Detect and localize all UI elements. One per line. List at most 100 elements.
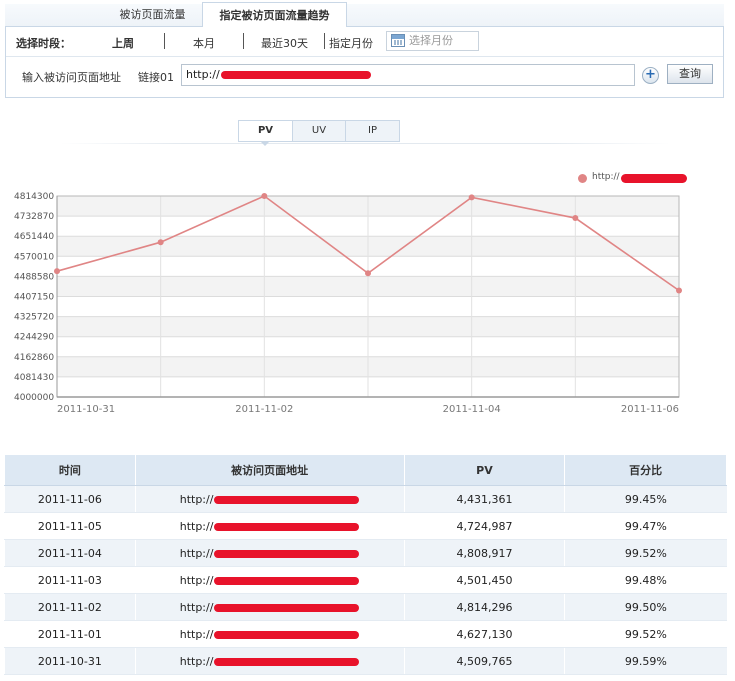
cell-percent: 99.52% [564,620,727,648]
y-tick-label: 4081430 [14,373,54,383]
cell-url: http:// [134,566,405,594]
y-tick-label: 4651440 [14,232,54,242]
redaction-mark [214,576,360,585]
table-row: 2011-11-06 http:// 4,431,361 99.45% [4,485,727,513]
metric-tabs: PV UV IP [238,120,400,142]
cell-pv: 4,501,450 [403,566,565,594]
period-last-30-days[interactable]: 最近30天 [261,35,308,51]
cell-percent: 99.52% [564,539,727,567]
y-tick-label: 4488580 [14,272,54,282]
table-row: 2011-11-01 http:// 4,627,130 99.52% [4,620,727,648]
tab-uv[interactable]: UV [293,121,346,141]
legend-marker [578,174,587,183]
redaction-mark [214,549,360,558]
y-tick-label: 4732870 [14,212,54,222]
x-tick-label: 2011-11-02 [235,404,293,415]
cell-url: http:// [134,620,405,648]
cell-url: http:// [134,512,405,540]
tab-pv[interactable]: PV [239,121,293,141]
table-row: 2011-11-03 http:// 4,501,450 99.48% [4,566,727,594]
redaction-mark [214,603,360,612]
cell-pv: 4,431,361 [403,485,565,513]
data-point [54,268,60,275]
col-header-percent: 百分比 [564,454,727,486]
tab-page-traffic-trend[interactable]: 指定被访页面流量趋势 [202,2,347,28]
divider [60,143,670,144]
separator [243,33,244,49]
cell-percent: 99.59% [564,647,727,675]
cell-url: http:// [134,647,405,675]
period-last-week[interactable]: 上周 [112,35,134,51]
cell-date: 2011-11-04 [4,539,136,567]
y-tick-label: 4244290 [14,333,54,343]
data-point [365,270,371,277]
col-header-pv: PV [403,454,566,486]
table-header-row: 时间 被访问页面地址 PV 百分比 [4,454,727,486]
url-label: 输入被访问页面地址 [22,71,121,84]
table-row: 2011-11-05 http:// 4,724,987 99.47% [4,512,727,540]
tab-page-traffic[interactable]: 被访页面流量 [105,4,200,27]
cell-percent: 99.45% [564,485,727,513]
calendar-icon[interactable] [391,34,405,47]
data-point [261,193,268,200]
redaction-mark [220,71,371,79]
data-point [157,239,164,246]
cell-percent: 99.48% [564,566,727,594]
col-header-url: 被访问页面地址 [134,454,405,486]
y-tick-label: 4000000 [14,393,54,403]
url-input[interactable]: http:// [181,64,635,86]
separator [164,33,165,49]
redaction-mark [214,522,360,531]
pv-trend-chart: 4000000 4081430 4162860 4244290 4325720 44071… [14,192,682,415]
url-text: http:// [179,627,214,641]
period-label: 选择时段： [16,37,71,50]
period-specific-month[interactable]: 指定月份 [329,35,373,51]
x-tick-label: 2011-11-06 [621,404,679,415]
cell-pv: 4,724,987 [403,512,565,540]
url-text: http:// [179,573,214,587]
cell-percent: 99.47% [564,512,727,540]
table-row: 2011-11-02 http:// 4,814,296 99.50% [4,593,727,621]
url-text: http:// [179,492,214,506]
url-text: http:// [179,519,214,533]
data-point [468,194,475,201]
add-link-button[interactable]: + [642,67,659,84]
redaction-mark [621,174,687,183]
cell-date: 2011-11-03 [4,566,136,594]
url-text: http:// [179,546,214,560]
y-tick-label: 4814300 [14,192,54,202]
cell-pv: 4,814,296 [403,593,565,621]
filter-panel: 选择时段： 上周 本月 最近30天 指定月份 选择月份 输入被访问页面地址 链接… [5,27,724,98]
cell-url: http:// [134,593,405,621]
legend-label: http:// [592,172,620,182]
cell-url: http:// [134,539,405,567]
y-tick-label: 4162860 [14,353,54,363]
cell-date: 2011-11-05 [4,512,136,540]
data-point [676,287,682,294]
x-tick-label: 2011-10-31 [57,404,115,415]
cell-percent: 99.50% [564,593,727,621]
cell-date: 2011-10-31 [4,647,136,675]
cell-date: 2011-11-02 [4,593,136,621]
period-this-month[interactable]: 本月 [193,35,215,51]
cell-date: 2011-11-06 [4,485,136,513]
cell-date: 2011-11-01 [4,620,136,648]
link-label: 链接01 [138,71,174,84]
y-tick-label: 4325720 [14,313,54,323]
cell-pv: 4,627,130 [403,620,565,648]
y-tick-label: 4407150 [14,293,54,303]
redaction-mark [214,630,360,639]
query-button[interactable]: 查询 [667,64,713,84]
data-point [572,215,579,222]
redaction-mark [214,495,360,504]
redaction-mark [214,657,360,666]
y-tick-label: 4570010 [14,252,54,262]
active-tab-arrow [260,141,270,146]
url-text: http:// [179,600,214,614]
cell-url: http:// [134,485,405,513]
cell-pv: 4,509,765 [403,647,565,675]
url-input-value: http:// [186,68,220,81]
table-row: 2011-10-31 http:// 4,509,765 99.59% [4,647,727,675]
tab-bar: 被访页面流量 指定被访页面流量趋势 [5,2,724,28]
tab-ip[interactable]: IP [346,121,399,141]
